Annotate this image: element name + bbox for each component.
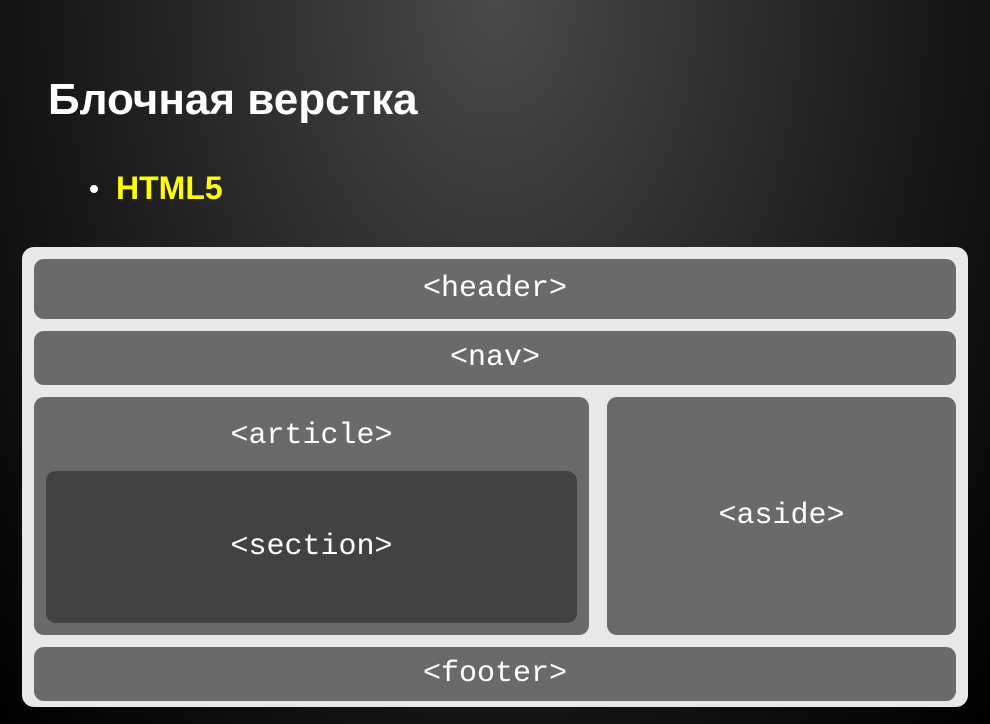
bullet-item: HTML5 xyxy=(90,170,990,207)
slide-title: Блочная верстка xyxy=(0,0,990,125)
footer-block: <footer> xyxy=(34,647,956,701)
nav-block: <nav> xyxy=(34,331,956,385)
section-block: <section> xyxy=(46,471,577,623)
html5-layout-diagram: <header> <nav> <article> <section> <asid… xyxy=(22,247,968,707)
bullet-list: HTML5 xyxy=(0,125,990,207)
article-label: <article> xyxy=(46,409,577,471)
aside-block: <aside> xyxy=(607,397,956,635)
bullet-text: HTML5 xyxy=(116,170,223,207)
bullet-dot-icon xyxy=(90,185,98,193)
article-block: <article> <section> xyxy=(34,397,589,635)
header-block: <header> xyxy=(34,259,956,319)
middle-row: <article> <section> <aside> xyxy=(34,397,956,635)
